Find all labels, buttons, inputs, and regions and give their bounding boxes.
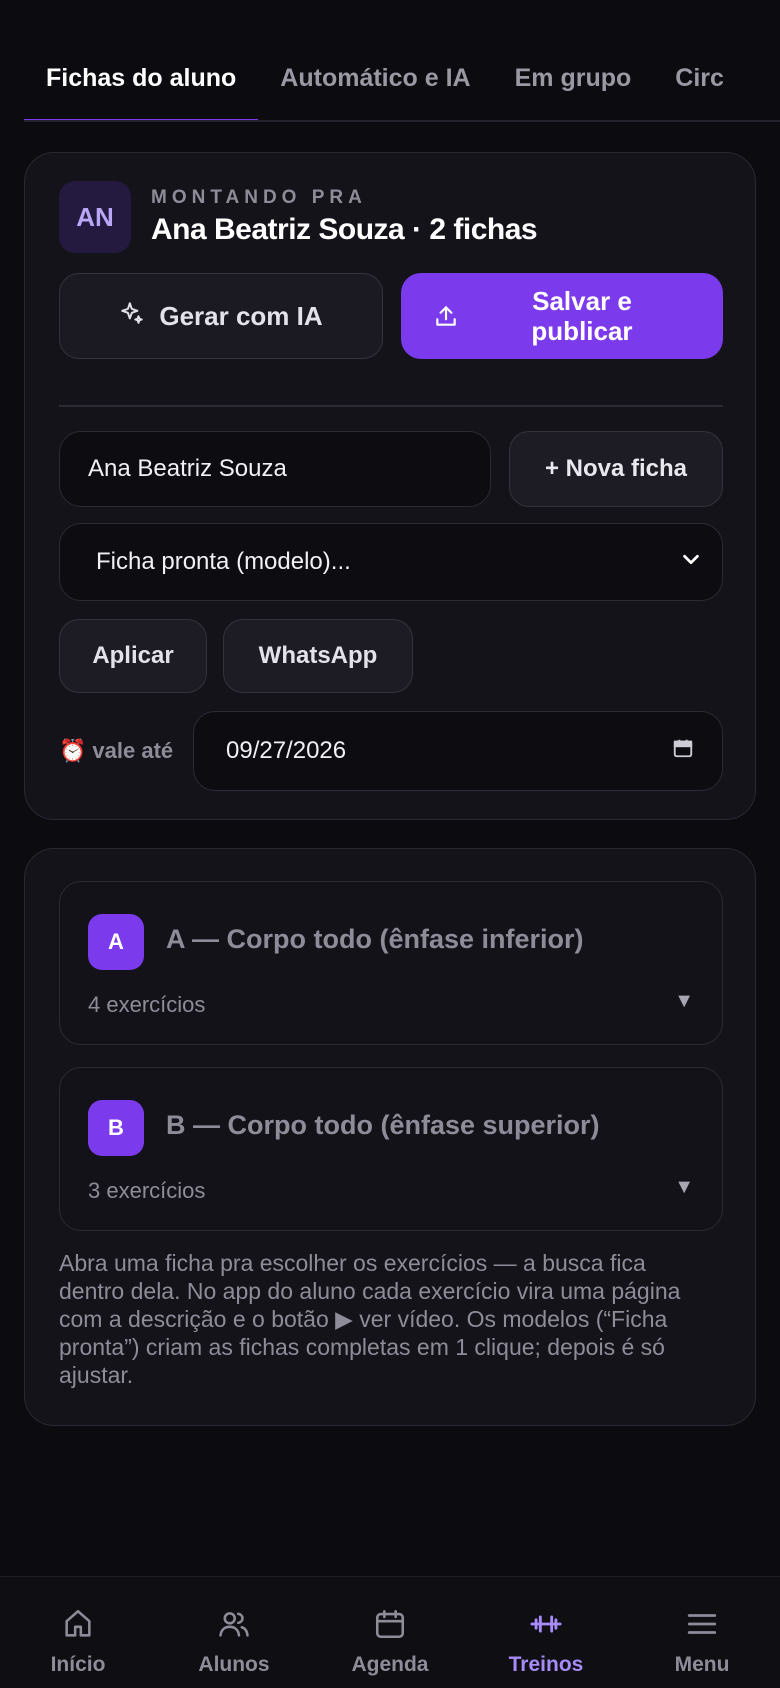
generate-ai-label: Gerar com IA <box>159 300 323 331</box>
tab-bar: Fichas do aluno Automático e IA Em grupo… <box>24 46 780 122</box>
new-sheet-button[interactable]: + Nova ficha <box>509 431 723 507</box>
nav-inicio[interactable]: Início <box>3 1577 153 1677</box>
sheet-letter-badge: A <box>88 914 144 970</box>
help-note: Abra uma ficha pra escolher os exercício… <box>59 1250 681 1388</box>
valid-until-text: vale até <box>92 738 174 763</box>
date-value: 09/27/2026 <box>226 737 347 764</box>
sheet-item[interactable]: B B — Corpo todo (ênfase superior) 3 exe… <box>59 1067 723 1231</box>
dumbbell-icon <box>529 1607 563 1647</box>
apply-button[interactable]: Aplicar <box>59 619 207 693</box>
sheet-exercise-count: 4 exercícios <box>88 992 206 1017</box>
generate-ai-button[interactable]: Gerar com IA <box>59 273 383 359</box>
nav-label: Treinos <box>508 1653 584 1676</box>
nav-label: Agenda <box>351 1653 429 1676</box>
divider <box>59 405 723 407</box>
save-publish-label: Salvar e publicar <box>531 286 633 346</box>
nav-label: Menu <box>674 1653 730 1676</box>
template-select-value: Ficha pronta (modelo)... <box>96 548 351 575</box>
sheet-exercise-count: 3 exercícios <box>88 1178 206 1203</box>
save-publish-button[interactable]: Salvar e publicar <box>401 273 723 359</box>
page: Fichas do aluno Automático e IA Em grupo… <box>0 0 780 1688</box>
calendar-icon <box>373 1607 407 1647</box>
template-select[interactable]: Ficha pronta (modelo)... <box>59 523 723 601</box>
builder-card: AN MONTANDO PRA Ana Beatriz Souza · 2 fi… <box>24 152 756 820</box>
nav-label: Alunos <box>198 1653 270 1676</box>
avatar: AN <box>59 181 131 253</box>
valid-until-date-input[interactable]: 09/27/2026 <box>193 711 723 791</box>
sheet-title: A — Corpo todo (ênfase inferior) <box>166 924 584 954</box>
users-icon <box>217 1607 251 1647</box>
chevron-down-icon <box>680 548 702 577</box>
nav-treinos[interactable]: Treinos <box>471 1577 621 1677</box>
sheet-letter-badge: B <box>88 1100 144 1156</box>
home-icon <box>61 1607 95 1647</box>
tab-fichas-do-aluno[interactable]: Fichas do aluno <box>24 46 259 120</box>
nav-label: Início <box>50 1653 106 1676</box>
tab-em-grupo[interactable]: Em grupo <box>493 46 654 120</box>
student-name-input[interactable]: Ana Beatriz Souza <box>59 431 491 507</box>
sparkle-icon <box>119 300 145 333</box>
alarm-clock-icon: ⏰ <box>59 738 87 763</box>
student-title: Ana Beatriz Souza · 2 fichas <box>151 213 538 246</box>
nav-alunos[interactable]: Alunos <box>159 1577 309 1677</box>
valid-until-label: ⏰ vale até <box>59 738 173 764</box>
nav-menu[interactable]: Menu <box>627 1577 777 1677</box>
bottom-nav: Início Alunos Agenda Treinos Menu <box>0 1576 780 1688</box>
sheets-card: A A — Corpo todo (ênfase inferior) 4 exe… <box>24 848 756 1426</box>
expand-caret-icon[interactable]: ▼ <box>674 990 694 1013</box>
whatsapp-button[interactable]: WhatsApp <box>223 619 413 693</box>
sheet-item[interactable]: A A — Corpo todo (ênfase inferior) 4 exe… <box>59 881 723 1045</box>
tab-automatico-e-ia[interactable]: Automático e IA <box>258 46 492 120</box>
eyebrow-label: MONTANDO PRA <box>151 187 367 208</box>
upload-icon <box>433 303 459 335</box>
calendar-picker-icon[interactable] <box>672 737 694 766</box>
sheet-title: B — Corpo todo (ênfase superior) <box>166 1110 600 1140</box>
expand-caret-icon[interactable]: ▼ <box>674 1176 694 1199</box>
nav-agenda[interactable]: Agenda <box>315 1577 465 1677</box>
tab-circ[interactable]: Circ <box>653 46 746 120</box>
menu-icon <box>685 1607 719 1647</box>
